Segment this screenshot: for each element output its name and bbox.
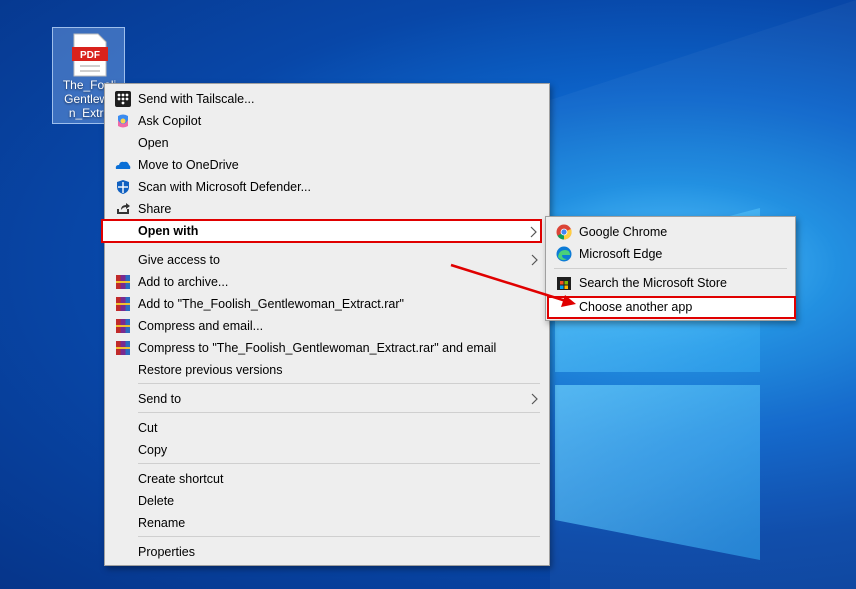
menu-item-add-to-rar[interactable]: Add to "The_Foolish_Gentlewoman_Extract.… — [105, 293, 549, 315]
winrar-icon — [116, 275, 130, 289]
menu-separator — [138, 412, 540, 413]
menu-item-create-shortcut[interactable]: Create shortcut — [105, 468, 549, 490]
submenu-separator — [554, 268, 787, 269]
menu-separator — [138, 383, 540, 384]
menu-item-properties[interactable]: Properties — [105, 541, 549, 563]
pdf-icon: PDF — [72, 33, 108, 77]
chevron-right-icon — [531, 254, 538, 266]
submenu-item-search-store[interactable]: Search the Microsoft Store — [546, 272, 795, 294]
chevron-right-icon — [530, 226, 537, 238]
copilot-icon — [118, 114, 128, 128]
submenu-item-choose-another-app[interactable]: Choose another app — [547, 296, 796, 319]
menu-item-rename[interactable]: Rename — [105, 512, 549, 534]
submenu-item-google-chrome[interactable]: Google Chrome — [546, 221, 795, 243]
submenu-item-microsoft-edge[interactable]: Microsoft Edge — [546, 243, 795, 265]
menu-item-compress-to-rar-and-email[interactable]: Compress to "The_Foolish_Gentlewoman_Ext… — [105, 337, 549, 359]
menu-item-move-to-onedrive[interactable]: Move to OneDrive — [105, 154, 549, 176]
winrar-icon — [116, 319, 130, 333]
menu-item-delete[interactable]: Delete — [105, 490, 549, 512]
menu-item-compress-and-email[interactable]: Compress and email... — [105, 315, 549, 337]
chrome-icon — [556, 224, 572, 240]
winrar-icon — [116, 297, 130, 311]
menu-item-cut[interactable]: Cut — [105, 417, 549, 439]
edge-icon — [556, 246, 572, 262]
defender-icon — [117, 180, 129, 194]
tailscale-icon — [115, 91, 131, 107]
menu-item-copy[interactable]: Copy — [105, 439, 549, 461]
menu-item-send-to[interactable]: Send to — [105, 388, 549, 410]
menu-separator — [138, 463, 540, 464]
chevron-right-icon — [531, 393, 538, 405]
store-icon — [557, 277, 571, 290]
menu-item-open-with[interactable]: Open with — [101, 219, 542, 243]
onedrive-icon — [115, 161, 131, 169]
menu-item-restore-previous-versions[interactable]: Restore previous versions — [105, 359, 549, 381]
menu-item-open[interactable]: Open — [105, 132, 549, 154]
context-menu: Send with Tailscale... Ask Copilot Open … — [104, 83, 550, 566]
menu-item-ask-copilot[interactable]: Ask Copilot — [105, 110, 549, 132]
menu-item-add-to-archive[interactable]: Add to archive... — [105, 271, 549, 293]
svg-text:PDF: PDF — [80, 50, 100, 61]
winrar-icon — [116, 341, 130, 355]
menu-item-scan-defender[interactable]: Scan with Microsoft Defender... — [105, 176, 549, 198]
menu-separator — [138, 536, 540, 537]
share-icon — [117, 203, 130, 214]
menu-item-give-access[interactable]: Give access to — [105, 249, 549, 271]
menu-item-send-with-tailscale[interactable]: Send with Tailscale... — [105, 88, 549, 110]
menu-item-share[interactable]: Share — [105, 198, 549, 220]
